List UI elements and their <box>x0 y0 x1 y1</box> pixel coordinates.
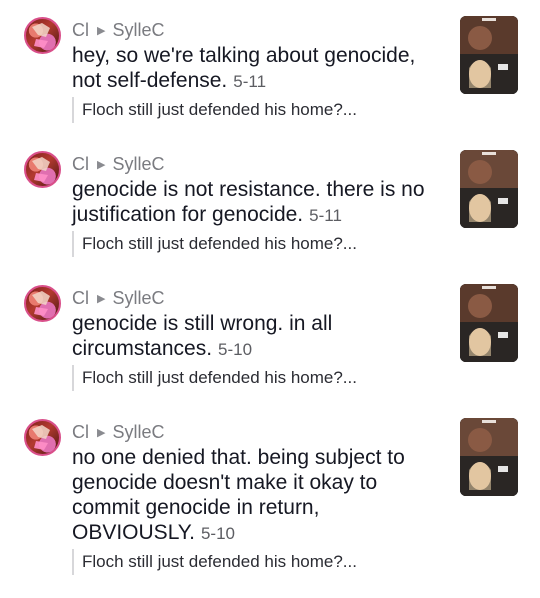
play-triangle-icon: ▶ <box>97 292 106 305</box>
comment-text: hey, so we're talking about genocide, no… <box>72 43 432 94</box>
username[interactable]: Cl <box>72 422 89 443</box>
reply-to-username[interactable]: SylleC <box>112 422 164 443</box>
comment-header: Cl ▶ SylleC <box>72 19 164 41</box>
reply-to-username[interactable]: SylleC <box>112 288 164 309</box>
quoted-reply[interactable]: Floch still just defended his home?... <box>72 97 357 123</box>
comment-text: genocide is still wrong. in all circumst… <box>72 311 432 362</box>
play-triangle-icon: ▶ <box>97 24 106 37</box>
username[interactable]: Cl <box>72 288 89 309</box>
comment-header: Cl ▶ SylleC <box>72 421 164 443</box>
comment-date: 5-10 <box>200 524 235 543</box>
comment-text: genocide is not resistance. there is no … <box>72 177 432 228</box>
avatar[interactable] <box>24 151 61 188</box>
username[interactable]: Cl <box>72 154 89 175</box>
comment-header: Cl ▶ SylleC <box>72 287 164 309</box>
avatar[interactable] <box>24 419 61 456</box>
video-thumbnail[interactable] <box>460 150 518 228</box>
quoted-reply[interactable]: Floch still just defended his home?... <box>72 549 357 575</box>
comment-header: Cl ▶ SylleC <box>72 153 164 175</box>
comment-body: genocide is still wrong. in all circumst… <box>72 312 333 360</box>
comment-date: 5-10 <box>218 340 253 359</box>
reply-to-username[interactable]: SylleC <box>112 154 164 175</box>
username[interactable]: Cl <box>72 20 89 41</box>
comment-body: no one denied that. being subject to gen… <box>72 446 405 544</box>
avatar[interactable] <box>24 17 61 54</box>
comment-body: genocide is not resistance. there is no … <box>72 178 425 226</box>
video-thumbnail[interactable] <box>460 418 518 496</box>
video-thumbnail[interactable] <box>460 16 518 94</box>
play-triangle-icon: ▶ <box>97 426 106 439</box>
play-triangle-icon: ▶ <box>97 158 106 171</box>
quoted-reply[interactable]: Floch still just defended his home?... <box>72 365 357 391</box>
reply-to-username[interactable]: SylleC <box>112 20 164 41</box>
quoted-reply[interactable]: Floch still just defended his home?... <box>72 231 357 257</box>
avatar[interactable] <box>24 285 61 322</box>
comment-date: 5-11 <box>309 206 342 225</box>
comment-date: 5-11 <box>233 72 267 91</box>
video-thumbnail[interactable] <box>460 284 518 362</box>
comment-text: no one denied that. being subject to gen… <box>72 445 422 546</box>
